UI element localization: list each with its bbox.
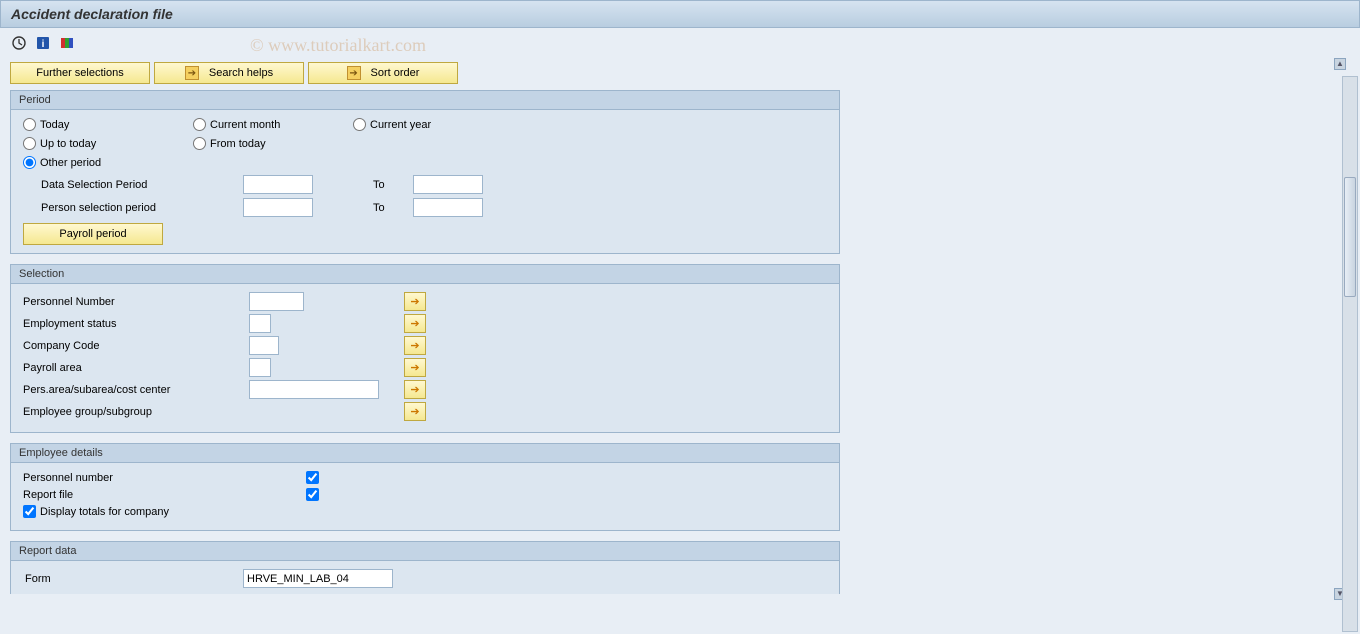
multi-select-button[interactable]: ➔ xyxy=(404,380,426,399)
radio-label: Today xyxy=(40,119,69,131)
group-legend: Period xyxy=(11,91,839,110)
employment-status-input[interactable] xyxy=(249,314,271,333)
personnel-number-check-label: Personnel number xyxy=(23,472,249,484)
selection-buttons-row: Further selections ➔ Search helps ➔ Sort… xyxy=(10,62,1350,84)
multi-select-button[interactable]: ➔ xyxy=(404,402,426,421)
radio-label: Up to today xyxy=(40,138,96,150)
arrow-right-icon: ➔ xyxy=(347,66,361,80)
person-selection-to-input[interactable] xyxy=(413,198,483,217)
employment-status-label: Employment status xyxy=(23,318,249,330)
radio-today[interactable]: Today xyxy=(23,118,193,131)
group-legend: Report data xyxy=(11,542,839,561)
radio-up-to-today[interactable]: Up to today xyxy=(23,137,193,150)
radio-input[interactable] xyxy=(193,137,206,150)
multi-select-button[interactable]: ➔ xyxy=(404,292,426,311)
personnel-number-input[interactable] xyxy=(249,292,304,311)
data-selection-to-input[interactable] xyxy=(413,175,483,194)
payroll-area-input[interactable] xyxy=(249,358,271,377)
form-input[interactable] xyxy=(243,569,393,588)
title-bar: Accident declaration file xyxy=(0,0,1360,28)
group-legend: Employee details xyxy=(11,444,839,463)
data-selection-period-label: Data Selection Period xyxy=(23,179,243,191)
button-label: Search helps xyxy=(209,67,273,79)
period-group: Period Today Current month Current year xyxy=(10,90,840,254)
info-icon[interactable]: i xyxy=(34,34,52,52)
employee-group-label: Employee group/subgroup xyxy=(23,406,249,418)
selection-group: Selection Personnel Number ➔ Employment … xyxy=(10,264,840,433)
group-legend: Selection xyxy=(11,265,839,284)
personnel-number-checkbox[interactable] xyxy=(306,471,319,484)
svg-text:i: i xyxy=(42,39,45,50)
page-title: Accident declaration file xyxy=(11,6,173,22)
payroll-period-button[interactable]: Payroll period xyxy=(23,223,163,245)
display-totals-label: Display totals for company xyxy=(40,506,169,518)
radio-current-year[interactable]: Current year xyxy=(353,118,513,131)
report-file-check-label: Report file xyxy=(23,489,249,501)
display-totals-checkbox[interactable] xyxy=(23,505,36,518)
arrow-right-icon: ➔ xyxy=(185,66,199,80)
payroll-area-label: Payroll area xyxy=(23,362,249,374)
employee-details-group: Employee details Personnel number Report… xyxy=(10,443,840,531)
app-toolbar: i xyxy=(0,28,1360,58)
search-helps-button[interactable]: ➔ Search helps xyxy=(154,62,304,84)
button-label: Sort order xyxy=(371,67,420,79)
person-selection-period-label: Person selection period xyxy=(23,202,243,214)
radio-input[interactable] xyxy=(23,137,36,150)
radio-from-today[interactable]: From today xyxy=(193,137,353,150)
radio-input[interactable] xyxy=(23,118,36,131)
company-code-label: Company Code xyxy=(23,340,249,352)
radio-other-period[interactable]: Other period xyxy=(23,156,193,169)
execute-icon[interactable] xyxy=(10,34,28,52)
scrollbar-thumb[interactable] xyxy=(1344,177,1356,297)
further-selections-button[interactable]: Further selections xyxy=(10,62,150,84)
person-selection-from-input[interactable] xyxy=(243,198,313,217)
company-code-input[interactable] xyxy=(249,336,279,355)
form-label: Form xyxy=(23,573,243,585)
radio-label: From today xyxy=(210,138,266,150)
personnel-number-label: Personnel Number xyxy=(23,296,249,308)
multi-select-button[interactable]: ➔ xyxy=(404,314,426,333)
multi-select-button[interactable]: ➔ xyxy=(404,336,426,355)
vertical-scrollbar[interactable] xyxy=(1342,76,1358,632)
to-label: To xyxy=(313,202,413,214)
report-file-checkbox[interactable] xyxy=(306,488,319,501)
radio-label: Current year xyxy=(370,119,431,131)
multi-select-button[interactable]: ➔ xyxy=(404,358,426,377)
sort-order-button[interactable]: ➔ Sort order xyxy=(308,62,458,84)
button-label: Further selections xyxy=(36,67,123,79)
radio-label: Other period xyxy=(40,157,101,169)
pers-area-input[interactable] xyxy=(249,380,379,399)
radio-input[interactable] xyxy=(193,118,206,131)
to-label: To xyxy=(313,179,413,191)
radio-input[interactable] xyxy=(23,156,36,169)
button-label: Payroll period xyxy=(59,228,126,240)
radio-current-month[interactable]: Current month xyxy=(193,118,353,131)
main-content: ▲ Further selections ➔ Search helps ➔ So… xyxy=(0,58,1360,598)
data-selection-from-input[interactable] xyxy=(243,175,313,194)
radio-input[interactable] xyxy=(353,118,366,131)
report-data-group: Report data Form xyxy=(10,541,840,594)
pers-area-label: Pers.area/subarea/cost center xyxy=(23,384,249,396)
flag-icon[interactable] xyxy=(58,34,76,52)
scroll-up-icon[interactable]: ▲ xyxy=(1334,58,1346,70)
radio-label: Current month xyxy=(210,119,280,131)
